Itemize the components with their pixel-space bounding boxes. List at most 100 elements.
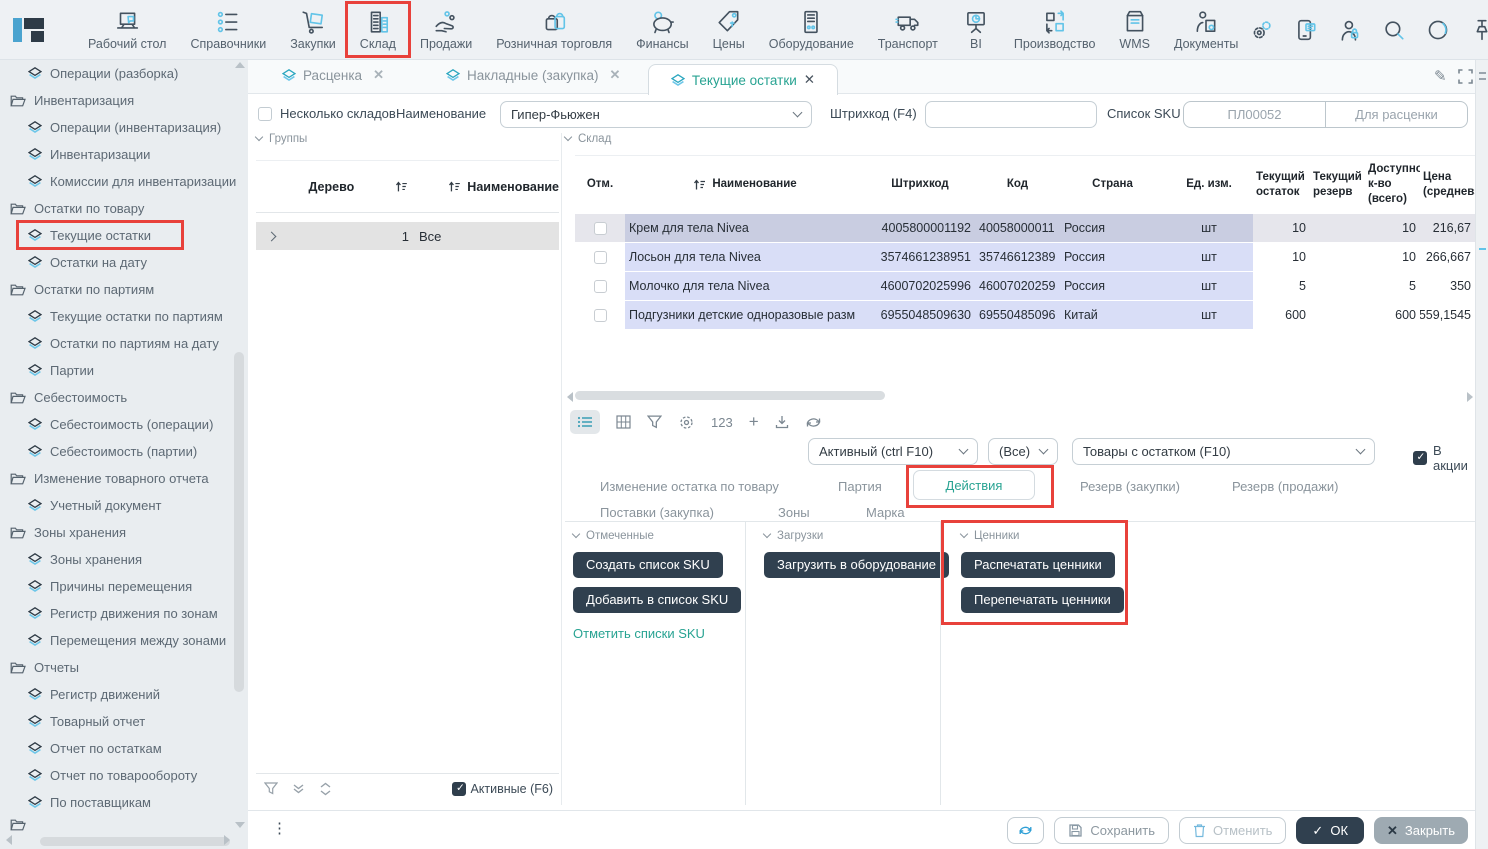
cell-code[interactable]: 35746612389 — [975, 243, 1060, 271]
cell-unit[interactable]: шт — [1165, 272, 1253, 300]
scroll-left-arrow[interactable] — [6, 835, 12, 845]
sidebar-item-cost-operations[interactable]: Себестоимость (операции) — [0, 411, 248, 438]
sidebar-item-turnover-report[interactable]: Отчет по товарообороту — [0, 762, 248, 789]
row-checkbox-cell[interactable] — [575, 301, 625, 329]
cancel-button[interactable]: Отменить — [1179, 817, 1286, 844]
numbers-format-button[interactable]: 123 — [711, 415, 733, 430]
cell-code[interactable]: 40058000011 — [975, 214, 1060, 242]
upload-to-equipment-button[interactable]: Загрузить в оборудование — [764, 552, 949, 578]
sidebar-item-cost-batches[interactable]: Себестоимость (партии) — [0, 438, 248, 465]
create-sku-list-button[interactable]: Создать список SKU — [573, 552, 723, 578]
mark-sku-lists-link[interactable]: Отметить списки SKU — [573, 626, 705, 641]
settings-icon[interactable] — [1250, 18, 1274, 42]
cell-available[interactable]: 10 — [1365, 243, 1420, 271]
cell-product-name[interactable]: Крем для тела Nivea — [625, 214, 865, 242]
stock-filter-select[interactable]: Товары с остатком (F10) — [1072, 438, 1375, 465]
sidebar-item-inventories[interactable]: Инвентаризации — [0, 141, 248, 168]
cell-available[interactable]: 10 — [1365, 214, 1420, 242]
collapse-icon[interactable] — [319, 782, 332, 796]
grid-view-icon[interactable] — [616, 415, 631, 429]
warehouse-panel-header[interactable]: Склад — [565, 133, 1475, 145]
print-pricetags-button[interactable]: Распечатать ценники — [961, 552, 1115, 578]
column-barcode[interactable]: Штрихкод — [865, 155, 975, 213]
row-checkbox[interactable] — [594, 222, 607, 235]
barcode-input[interactable] — [925, 101, 1097, 128]
tab-current-stock-active[interactable]: Текущие остатки ✕ — [648, 64, 838, 95]
row-checkbox-cell[interactable] — [575, 272, 625, 300]
column-unit[interactable]: Ед. изм. — [1165, 155, 1253, 213]
menu-item-retail[interactable]: Розничная торговля — [484, 5, 624, 55]
row-checkbox[interactable] — [594, 280, 607, 293]
sidebar-folder-inventory[interactable]: Инвентаризация — [0, 87, 248, 114]
warehouse-select[interactable]: Гипер-Фьюжен — [500, 101, 812, 128]
column-country[interactable]: Страна — [1060, 155, 1165, 213]
close-icon[interactable]: ✕ — [373, 67, 384, 83]
cell-reserve[interactable] — [1310, 272, 1365, 300]
cell-stock[interactable]: 10 — [1253, 214, 1310, 242]
subtab-reserve-purchase[interactable]: Резерв (закупки) — [1080, 479, 1180, 494]
scrollbar-thumb[interactable] — [575, 391, 885, 400]
list-view-button[interactable] — [570, 410, 600, 434]
column-price[interactable]: Цена (средневзв.) — [1420, 155, 1475, 213]
scroll-down-arrow[interactable] — [235, 822, 245, 828]
save-button[interactable]: Сохранить — [1054, 817, 1169, 844]
column-name[interactable]: Наименование — [467, 180, 559, 194]
cell-country[interactable]: Россия — [1060, 214, 1165, 242]
sort-icon[interactable] — [395, 181, 408, 193]
menu-item-prices[interactable]: Цены — [701, 5, 757, 55]
groups-row-all[interactable]: 1 Все — [256, 222, 559, 250]
multi-warehouse-checkbox[interactable] — [258, 107, 272, 121]
cell-code[interactable]: 69550485096 — [975, 301, 1060, 329]
cell-barcode[interactable]: 3574661238951 — [865, 243, 975, 271]
subtab-brand[interactable]: Марка — [866, 505, 905, 520]
sidebar-folder-storage-zones[interactable]: Зоны хранения — [0, 519, 248, 546]
groups-panel-header[interactable]: Группы — [256, 133, 559, 145]
edit-icon[interactable]: ✎ — [1434, 67, 1447, 85]
sidebar-item-zone-movements[interactable]: Перемещения между зонами — [0, 627, 248, 654]
sidebar-item-stock-report[interactable]: Отчет по остаткам — [0, 735, 248, 762]
close-button[interactable]: ✕ Закрыть — [1374, 817, 1468, 844]
promo-filter[interactable]: В акции — [1413, 443, 1475, 473]
section-pricetags-header[interactable]: Ценники — [961, 530, 1475, 542]
search-icon[interactable] — [1382, 18, 1406, 42]
column-code[interactable]: Код — [975, 155, 1060, 213]
cell-price[interactable]: 559,1545 — [1420, 301, 1475, 329]
sidebar-item-storage-zones[interactable]: Зоны хранения — [0, 546, 248, 573]
expand-all-icon[interactable] — [292, 783, 305, 795]
device-chat-icon[interactable] — [1294, 18, 1318, 42]
column-current-stock[interactable]: Текущий остаток — [1253, 155, 1310, 213]
cell-barcode[interactable]: 6955048509630 — [865, 301, 975, 329]
column-product-name[interactable]: Наименование — [625, 155, 865, 213]
add-to-sku-list-button[interactable]: Добавить в список SKU — [573, 587, 741, 613]
menu-item-production[interactable]: Производство — [1002, 5, 1108, 55]
sku-code-button[interactable]: ПЛ00052 — [1184, 102, 1326, 127]
column-available[interactable]: Доступное к-во (всего) — [1365, 155, 1420, 213]
sidebar-folder-stock-by-batches[interactable]: Остатки по партиям — [0, 276, 248, 303]
menu-item-directories[interactable]: Справочники — [178, 5, 278, 55]
cell-stock[interactable]: 10 — [1253, 243, 1310, 271]
cell-price[interactable]: 216,67 — [1420, 214, 1475, 242]
user-lock-icon[interactable] — [1338, 18, 1362, 42]
ok-button[interactable]: ✓ ОК — [1296, 817, 1364, 844]
refresh-button[interactable] — [1007, 817, 1044, 844]
scroll-right-arrow[interactable] — [224, 835, 230, 845]
subtab-zones[interactable]: Зоны — [778, 505, 810, 520]
cell-reserve[interactable] — [1310, 243, 1365, 271]
tab-pricing[interactable]: Расценка ✕ — [282, 67, 384, 83]
collapsed-side-panel[interactable] — [1475, 60, 1488, 849]
menu-item-desktop[interactable]: Рабочий стол — [76, 5, 178, 55]
gear-icon[interactable] — [678, 414, 695, 431]
menu-item-purchases[interactable]: Закупки — [278, 5, 348, 55]
sidebar-item-stock-on-date[interactable]: Остатки на дату — [0, 249, 248, 276]
sidebar-item-partial[interactable] — [0, 816, 248, 832]
sidebar-item-inventory-commissions[interactable]: Комиссии для инвентаризации — [0, 168, 248, 195]
active-f6-checkbox[interactable] — [452, 782, 466, 796]
sidebar-folder-report-change[interactable]: Изменение товарного отчета — [0, 465, 248, 492]
column-tree[interactable]: Дерево — [292, 180, 371, 194]
filter-icon[interactable] — [264, 782, 278, 795]
cell-barcode[interactable]: 4600702025996 — [865, 272, 975, 300]
cell-product-name[interactable]: Подгузники детские одноразовые разм — [625, 301, 865, 329]
section-uploads-header[interactable]: Загрузки — [764, 530, 940, 542]
sidebar-horizontal-scrollbar[interactable] — [40, 837, 230, 846]
cell-reserve[interactable] — [1310, 301, 1365, 329]
